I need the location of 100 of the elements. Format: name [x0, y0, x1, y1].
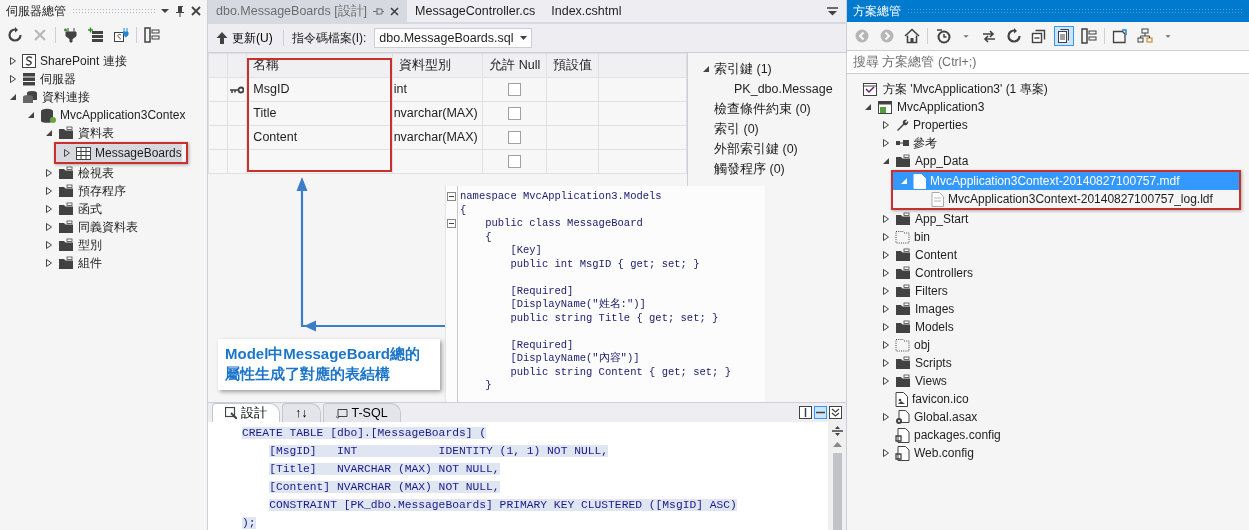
expander-icon[interactable]	[881, 322, 891, 332]
tree-item[interactable]: Images	[847, 300, 1249, 318]
expander-icon[interactable]	[881, 138, 891, 148]
pin-icon[interactable]	[175, 5, 185, 17]
tree-item[interactable]: Content	[847, 246, 1249, 264]
expander-icon[interactable]	[881, 358, 891, 368]
scrollbar[interactable]	[828, 422, 846, 530]
tree-item[interactable]: 資料表	[0, 124, 207, 142]
tree-item[interactable]: 預存程序	[0, 182, 207, 200]
tree-item[interactable]: 資料連接	[0, 88, 207, 106]
expander-icon[interactable]	[44, 222, 54, 232]
tree-item[interactable]: App_Start	[847, 210, 1249, 228]
collapse-pane-icon[interactable]	[829, 406, 842, 419]
tree-item[interactable]: SharePoint 連接	[0, 52, 207, 70]
expander-icon[interactable]	[44, 204, 54, 214]
row-header-cell[interactable]	[208, 125, 228, 150]
preview-button[interactable]	[1110, 26, 1130, 46]
script-file-dropdown[interactable]: dbo.MessageBoards.sql	[374, 28, 533, 48]
row-header-cell[interactable]	[208, 101, 228, 126]
search-field[interactable]: 搜尋 方案總管 (Ctrl+;)	[847, 50, 1249, 74]
tree-item[interactable]: App_Data	[847, 152, 1249, 170]
view-tab[interactable]: T-SQL	[322, 403, 401, 422]
expander-icon[interactable]	[8, 74, 18, 84]
expander-icon[interactable]	[44, 258, 54, 268]
tree-item[interactable]: 組件	[0, 254, 207, 272]
expander-icon[interactable]	[881, 304, 891, 314]
properties-button[interactable]	[1079, 26, 1099, 46]
tree-item[interactable]: favicon.ico	[847, 390, 1249, 408]
expander-icon[interactable]	[881, 286, 891, 296]
expander-icon[interactable]	[863, 102, 873, 112]
expander-icon[interactable]	[44, 128, 54, 138]
close-icon[interactable]	[390, 6, 400, 16]
files-button[interactable]	[1054, 26, 1074, 46]
property-item[interactable]: 外部索引鍵 (0)	[698, 139, 833, 159]
tab-list-icon[interactable]	[827, 6, 838, 16]
tree-item[interactable]: MvcApplication3	[847, 98, 1249, 116]
tree-item[interactable]: Models	[847, 318, 1249, 336]
tree-item[interactable]: 函式	[0, 200, 207, 218]
property-item[interactable]: 觸發程序 (0)	[698, 159, 833, 179]
allow-null-checkbox[interactable]	[508, 107, 522, 121]
server-add-button[interactable]	[86, 25, 106, 45]
update-button[interactable]: 更新(U)	[214, 29, 275, 47]
close-icon[interactable]	[191, 6, 201, 16]
view-tab[interactable]: 設計	[212, 403, 280, 422]
expander-icon[interactable]	[62, 148, 72, 158]
property-item[interactable]: 索引 (0)	[698, 119, 833, 139]
split-horizontal-icon[interactable]	[814, 406, 827, 419]
allow-null-checkbox[interactable]	[508, 155, 522, 169]
tree-item[interactable]: Global.asax	[847, 408, 1249, 426]
document-tab[interactable]: dbo.MessageBoards [設計]	[208, 0, 408, 22]
tree-item[interactable]: Filters	[847, 282, 1249, 300]
site-connect-button[interactable]	[111, 25, 131, 45]
home-button[interactable]	[902, 26, 922, 46]
row-header-cell[interactable]	[208, 149, 228, 174]
tree-item[interactable]: packages.config	[847, 426, 1249, 444]
document-tab[interactable]: Index.cshtml	[543, 0, 654, 22]
properties-button[interactable]	[142, 25, 162, 45]
tree-item[interactable]: Scripts	[847, 354, 1249, 372]
tree-item[interactable]: Controllers	[847, 264, 1249, 282]
expander-icon[interactable]	[881, 214, 891, 224]
allow-null-checkbox[interactable]	[508, 83, 522, 97]
expander-icon[interactable]	[8, 56, 18, 66]
expander-icon[interactable]	[881, 340, 891, 350]
expander-icon[interactable]	[44, 186, 54, 196]
expander-icon[interactable]	[44, 168, 54, 178]
expander-icon[interactable]	[881, 412, 891, 422]
tree-item[interactable]: Views	[847, 372, 1249, 390]
tree-item[interactable]: MvcApplication3Contex	[0, 106, 207, 124]
expander-icon[interactable]	[881, 156, 891, 166]
tree-item[interactable]: Properties	[847, 116, 1249, 134]
expander-icon[interactable]	[881, 120, 891, 130]
tree-item[interactable]: bin	[847, 228, 1249, 246]
tree-item[interactable]: MvcApplication3Context-20140827100757_log.ldf	[893, 190, 1239, 208]
split-vertical-icon[interactable]	[799, 406, 812, 419]
tree-item[interactable]: 檢視表	[0, 164, 207, 182]
allow-null-checkbox[interactable]	[508, 131, 522, 145]
expander-icon[interactable]	[44, 240, 54, 250]
tree-item[interactable]: 參考	[847, 134, 1249, 152]
tree-item[interactable]: MessageBoards	[56, 144, 182, 162]
property-item[interactable]: 檢查條件約束 (0)	[698, 99, 833, 119]
tree-item[interactable]: obj	[847, 336, 1249, 354]
expander-icon[interactable]	[8, 92, 18, 102]
dropdown-icon[interactable]	[161, 7, 169, 15]
expander-icon[interactable]	[881, 448, 891, 458]
expander-icon[interactable]	[881, 232, 891, 242]
diagram-button[interactable]	[1135, 26, 1155, 46]
tree-item[interactable]: Web.config	[847, 444, 1249, 462]
tree-item[interactable]: 方案 'MvcApplication3' (1 專案)	[847, 80, 1249, 98]
tree-item[interactable]: 伺服器	[0, 70, 207, 88]
property-item[interactable]: 索引鍵 (1)	[698, 59, 833, 79]
expander-icon[interactable]	[881, 250, 891, 260]
document-tab[interactable]: MessageController.cs	[407, 0, 544, 22]
expander-icon[interactable]	[881, 268, 891, 278]
expander-icon[interactable]	[26, 110, 36, 120]
view-tab[interactable]: ↑↓	[282, 403, 321, 422]
tree-item[interactable]: 型別	[0, 236, 207, 254]
expander-icon[interactable]	[701, 64, 711, 74]
row-header-cell[interactable]	[208, 77, 228, 102]
tree-item[interactable]: 同義資料表	[0, 218, 207, 236]
expander-icon[interactable]	[881, 376, 891, 386]
